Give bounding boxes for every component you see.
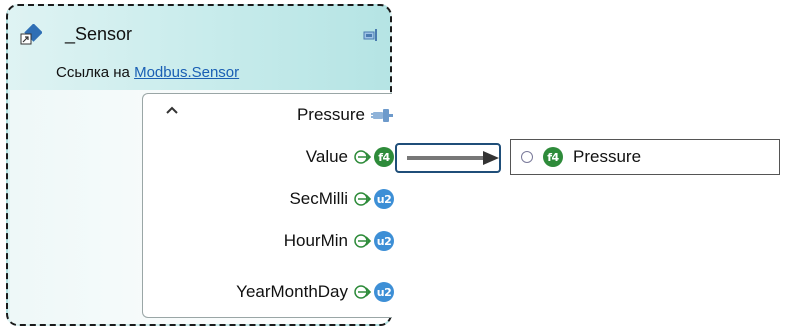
- type-badge-u2: u2: [374, 282, 394, 302]
- plug-icon: [371, 109, 393, 122]
- port-row-hourmin[interactable]: HourMin u2: [0, 226, 394, 256]
- connector-arrow: [407, 151, 499, 165]
- reference-link[interactable]: Modbus.Sensor: [134, 64, 239, 81]
- reference-prefix: Ссылка на: [56, 64, 130, 81]
- port-label: HourMin: [283, 231, 348, 250]
- group-name: Pressure: [296, 105, 365, 124]
- component-shortcut-icon: [20, 24, 42, 45]
- port-label: Value: [305, 147, 348, 166]
- type-badge-u2: u2: [374, 231, 394, 251]
- port-row-value[interactable]: Value f4: [0, 142, 394, 172]
- pin-icon[interactable]: [363, 28, 379, 42]
- node-title: _Sensor: [65, 24, 133, 44]
- arrow-right-circle-icon: [354, 150, 372, 164]
- type-badge-u2: u2: [374, 189, 394, 209]
- target-port[interactable]: f4 Pressure: [510, 139, 780, 175]
- arrow-right-circle-icon: [354, 234, 372, 248]
- group-header: Pressure: [0, 100, 393, 130]
- radio-circle-icon[interactable]: [521, 151, 533, 163]
- reference-line: Ссылка на Modbus.Sensor: [56, 64, 239, 81]
- port-row-secmilli[interactable]: SecMilli u2: [0, 184, 394, 214]
- port-label: YearMonthDay: [236, 282, 348, 301]
- type-badge-f4: f4: [374, 147, 394, 167]
- port-row-yearmonthday[interactable]: YearMonthDay u2: [0, 277, 394, 307]
- target-label: Pressure: [573, 147, 642, 166]
- arrow-right-circle-icon: [354, 285, 372, 299]
- arrow-right-circle-icon: [354, 192, 372, 206]
- port-label: SecMilli: [289, 189, 348, 208]
- type-badge-f4: f4: [543, 147, 563, 167]
